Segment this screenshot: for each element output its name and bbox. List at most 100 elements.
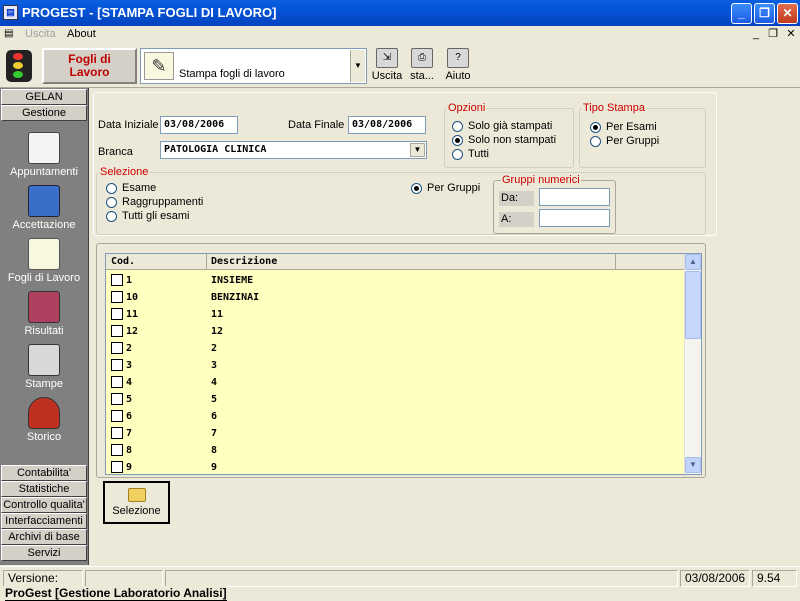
table-row[interactable]: 33 xyxy=(106,357,686,374)
table-row[interactable]: 44 xyxy=(106,374,686,391)
table-row[interactable]: 1 INSIEME xyxy=(106,272,686,289)
row-checkbox[interactable] xyxy=(111,359,123,371)
sidebar-item-risultati[interactable]: Risultati xyxy=(0,291,88,337)
branca-select[interactable]: PATOLOGIA CLINICA ▼ xyxy=(160,141,427,159)
test-tubes-icon xyxy=(28,291,60,323)
table-row[interactable]: 66 xyxy=(106,408,686,425)
mdi-restore-button[interactable]: ❐ xyxy=(765,27,781,41)
menu-doc-icon[interactable]: ▤ xyxy=(4,28,13,39)
table-row[interactable]: 55 xyxy=(106,391,686,408)
table-row[interactable]: 10 BENZINAI xyxy=(106,289,686,306)
branca-select-value: PATOLOGIA CLINICA xyxy=(164,144,267,155)
chevron-down-icon[interactable]: ▼ xyxy=(350,50,365,82)
selezione-button[interactable]: Selezione xyxy=(103,481,170,524)
table-row[interactable]: 12 12 xyxy=(106,323,686,340)
gruppi-da-label: Da: xyxy=(499,191,534,206)
row-checkbox[interactable] xyxy=(111,461,123,473)
cell-descrizione: 9 xyxy=(211,462,218,473)
folder-icon xyxy=(127,488,146,502)
opzioni-radio-gia-stampati[interactable] xyxy=(452,121,463,132)
column-header-cod[interactable]: Cod. xyxy=(111,256,135,267)
aiuto-tool-button[interactable]: ? Aiuto xyxy=(443,48,473,82)
selezione-legend: Selezione xyxy=(99,166,150,178)
table-row[interactable]: 88 xyxy=(106,442,686,459)
codes-grid[interactable]: Cod. Descrizione 1 INSIEME 10 BENZINAI 11 11 1… xyxy=(105,253,702,475)
row-checkbox[interactable] xyxy=(111,444,123,456)
status-panel-empty-2 xyxy=(165,570,678,587)
row-checkbox[interactable] xyxy=(111,410,123,422)
feather-icon: ✎ xyxy=(144,52,174,80)
sidebar-item-label: Accettazione xyxy=(12,219,76,231)
menu-about[interactable]: About xyxy=(67,28,96,40)
row-checkbox[interactable] xyxy=(111,308,123,320)
sidebar-header-archivi[interactable]: Archivi di base xyxy=(1,529,87,545)
sidebar-header-gestione[interactable]: Gestione xyxy=(1,105,87,121)
sidebar: GELAN Gestione Appuntamenti Accettazione… xyxy=(0,88,89,565)
row-checkbox[interactable] xyxy=(111,376,123,388)
cell-descrizione: 7 xyxy=(211,428,218,439)
table-row[interactable]: 11 11 xyxy=(106,306,686,323)
menu-uscita[interactable]: Uscita xyxy=(25,28,56,40)
row-checkbox[interactable] xyxy=(111,291,123,303)
status-panel-empty-1 xyxy=(85,570,163,587)
traffic-light-icon xyxy=(6,50,32,82)
row-checkbox[interactable] xyxy=(111,393,123,405)
selezione-label-raggruppamenti: Raggruppamenti xyxy=(122,196,204,208)
selezione-radio-per-gruppi[interactable] xyxy=(411,183,422,194)
cell-cod: 7 xyxy=(126,428,133,439)
minimize-button[interactable]: _ xyxy=(731,3,752,24)
tipo-stampa-radio-gruppi[interactable] xyxy=(590,136,601,147)
cell-descrizione: 2 xyxy=(211,343,218,354)
app-icon[interactable]: ▤ xyxy=(3,5,18,20)
data-iniziale-label: Data Iniziale xyxy=(98,119,159,131)
scroll-down-icon[interactable]: ▼ xyxy=(685,457,701,473)
sidebar-item-label: Stampe xyxy=(25,378,63,390)
table-row[interactable]: 77 xyxy=(106,425,686,442)
close-button[interactable]: ✕ xyxy=(777,3,798,24)
data-iniziale-field[interactable]: 03/08/2006 xyxy=(160,116,238,134)
row-checkbox[interactable] xyxy=(111,325,123,337)
sidebar-item-stampe[interactable]: Stampe xyxy=(0,344,88,390)
cell-descrizione: 4 xyxy=(211,377,218,388)
tipo-stampa-radio-esami[interactable] xyxy=(590,122,601,133)
scroll-up-icon[interactable]: ▲ xyxy=(685,254,701,270)
chevron-down-icon[interactable]: ▼ xyxy=(410,143,425,157)
sidebar-item-fogli-di-lavoro[interactable]: Fogli di Lavoro xyxy=(0,238,88,284)
sidebar-item-appuntamenti[interactable]: Appuntamenti xyxy=(0,132,88,178)
row-checkbox[interactable] xyxy=(111,274,123,286)
sidebar-header-servizi[interactable]: Servizi xyxy=(1,545,87,561)
sidebar-item-accettazione[interactable]: Accettazione xyxy=(0,185,88,231)
mdi-close-button[interactable]: ✕ xyxy=(783,27,799,41)
sidebar-item-storico[interactable]: Storico xyxy=(0,397,88,443)
scroll-thumb[interactable] xyxy=(685,271,701,339)
row-checkbox[interactable] xyxy=(111,427,123,439)
restore-button[interactable]: ❐ xyxy=(754,3,775,24)
sidebar-header-interfacciamenti[interactable]: Interfacciamenti xyxy=(1,513,87,529)
opzioni-radio-non-stampati[interactable] xyxy=(452,135,463,146)
sidebar-header-controllo-qualita[interactable]: Controllo qualita' xyxy=(1,497,87,513)
branca-label: Branca xyxy=(98,146,133,158)
sidebar-header-statistiche[interactable]: Statistiche xyxy=(1,481,87,497)
sidebar-header-gelan[interactable]: GELAN xyxy=(1,89,87,105)
main-panel: Data Iniziale 03/08/2006 Data Finale 03/… xyxy=(90,88,800,566)
opzioni-radio-tutti[interactable] xyxy=(452,149,463,160)
selezione-radio-esame[interactable] xyxy=(106,183,117,194)
sidebar-header-contabilita[interactable]: Contabilita' xyxy=(1,465,87,481)
opzioni-label-non-stampati: Solo non stampati xyxy=(468,134,557,146)
uscita-tool-button[interactable]: ⇲ Uscita xyxy=(371,48,403,82)
cell-cod: 3 xyxy=(126,360,133,371)
stampa-tool-button[interactable]: ⎙ sta... xyxy=(407,48,437,82)
mdi-minimize-button[interactable]: _ xyxy=(748,27,764,41)
selezione-radio-raggruppamenti[interactable] xyxy=(106,197,117,208)
data-finale-field[interactable]: 03/08/2006 xyxy=(348,116,426,134)
selezione-radio-tutti-esami[interactable] xyxy=(106,211,117,222)
table-row[interactable]: 99 xyxy=(106,459,686,474)
table-row[interactable]: 22 xyxy=(106,340,686,357)
column-header-descrizione[interactable]: Descrizione xyxy=(211,256,277,267)
module-combo[interactable]: ✎ Stampa fogli di lavoro ▼ xyxy=(140,48,367,84)
gruppi-da-field[interactable] xyxy=(539,188,610,206)
title-bar[interactable]: ▤ PROGEST - [STAMPA FOGLI DI LAVORO] _ ❐… xyxy=(0,0,800,26)
gruppi-a-field[interactable] xyxy=(539,209,610,227)
vertical-scrollbar[interactable]: ▲ ▼ xyxy=(684,254,701,474)
row-checkbox[interactable] xyxy=(111,342,123,354)
